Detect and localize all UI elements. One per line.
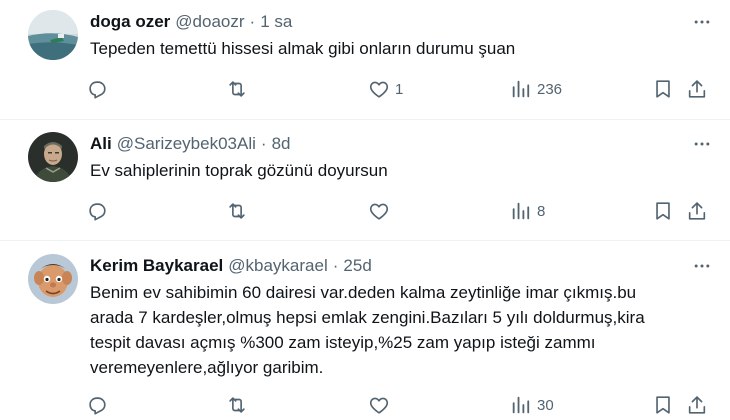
like-button[interactable] <box>368 199 395 223</box>
views-button[interactable]: 236 <box>510 77 562 101</box>
views-icon <box>512 396 530 414</box>
avatar[interactable] <box>28 10 78 60</box>
share-button[interactable] <box>686 77 708 101</box>
author-name[interactable]: Kerim Baykarael <box>90 256 223 276</box>
tweet-actions: 1 236 <box>86 77 712 101</box>
tweet-text: Ev sahiplerinin toprak gözünü doyursun <box>90 161 388 180</box>
views-count: 8 <box>537 202 546 220</box>
views-icon <box>512 80 530 98</box>
retweet-button[interactable] <box>226 393 253 417</box>
tweet[interactable]: Kerim Baykarael @kbaykarael · 25d Benim … <box>0 241 730 420</box>
timestamp[interactable]: 8d <box>272 134 291 154</box>
views-count: 30 <box>537 396 554 414</box>
bookmark-button[interactable] <box>652 199 674 223</box>
views-button[interactable]: 8 <box>510 199 545 223</box>
avatar[interactable] <box>28 132 78 182</box>
avatar-image <box>28 132 78 182</box>
heart-icon <box>369 397 389 414</box>
tweet-text-line: Benim ev sahibimin 60 dairesi var.deden … <box>90 283 637 302</box>
share-button[interactable] <box>686 199 708 223</box>
more-button[interactable] <box>690 132 714 156</box>
retweet-button[interactable] <box>226 77 253 101</box>
more-icon <box>694 142 710 146</box>
views-icon <box>512 202 530 220</box>
bookmark-button[interactable] <box>652 77 674 101</box>
more-icon <box>694 264 710 268</box>
timestamp[interactable]: 1 sa <box>260 12 292 32</box>
avatar[interactable] <box>28 254 78 304</box>
more-button[interactable] <box>690 10 714 34</box>
heart-icon <box>369 203 389 220</box>
separator-dot: · <box>332 256 339 275</box>
tweet-actions: 8 <box>86 199 712 223</box>
separator-dot: · <box>249 12 256 31</box>
bookmark-button[interactable] <box>652 393 674 417</box>
tweet[interactable]: doga ozer @doaozr · 1 sa Tepeden temettü… <box>0 0 730 120</box>
bookmark-icon <box>656 80 670 98</box>
bookmark-icon <box>656 396 670 414</box>
like-button[interactable]: 1 <box>368 77 403 101</box>
retweet-button[interactable] <box>226 199 253 223</box>
author-name[interactable]: doga ozer <box>90 12 170 32</box>
author-handle[interactable]: @kbaykarael <box>228 256 327 276</box>
share-icon <box>688 396 706 414</box>
avatar-image <box>28 254 78 304</box>
tweet-text-line: veremeyenlere,ağlıyor garibim. <box>90 358 324 377</box>
separator-dot: · <box>260 134 267 153</box>
tweet-text-line: tespit davası açmış %300 zam isteyip,%25… <box>90 333 596 352</box>
retweet-icon <box>229 81 245 97</box>
reply-icon <box>89 203 106 221</box>
retweet-icon <box>229 397 245 413</box>
reply-icon <box>89 81 106 99</box>
author-handle[interactable]: @doaozr <box>175 12 244 32</box>
share-icon <box>688 80 706 98</box>
tweet-actions: 30 <box>86 393 712 417</box>
reply-button[interactable] <box>86 199 113 223</box>
reply-button[interactable] <box>86 393 113 417</box>
heart-icon <box>369 81 389 98</box>
author-handle[interactable]: @Sarizeybek03Ali <box>117 134 256 154</box>
retweet-icon <box>229 203 245 219</box>
like-count: 1 <box>395 80 404 98</box>
avatar-image <box>28 10 78 60</box>
more-button[interactable] <box>690 254 714 278</box>
share-button[interactable] <box>686 393 708 417</box>
bookmark-icon <box>656 202 670 220</box>
tweet-text: Tepeden temettü hissesi almak gibi onlar… <box>90 39 516 58</box>
more-icon <box>694 20 710 24</box>
tweet[interactable]: Ali @Sarizeybek03Ali · 8d Ev sahiplerini… <box>0 120 730 241</box>
like-button[interactable] <box>368 393 395 417</box>
tweet-text: Benim ev sahibimin 60 dairesi var.deden … <box>90 280 700 380</box>
reply-button[interactable] <box>86 77 113 101</box>
views-count: 236 <box>537 80 563 98</box>
reply-icon <box>89 397 106 415</box>
views-button[interactable]: 30 <box>510 393 554 417</box>
author-name[interactable]: Ali <box>90 134 112 154</box>
tweet-text-line: arada 7 kardeşler,olmuş hepsi emlak zeng… <box>90 308 645 327</box>
timestamp[interactable]: 25d <box>343 256 371 276</box>
share-icon <box>688 202 706 220</box>
